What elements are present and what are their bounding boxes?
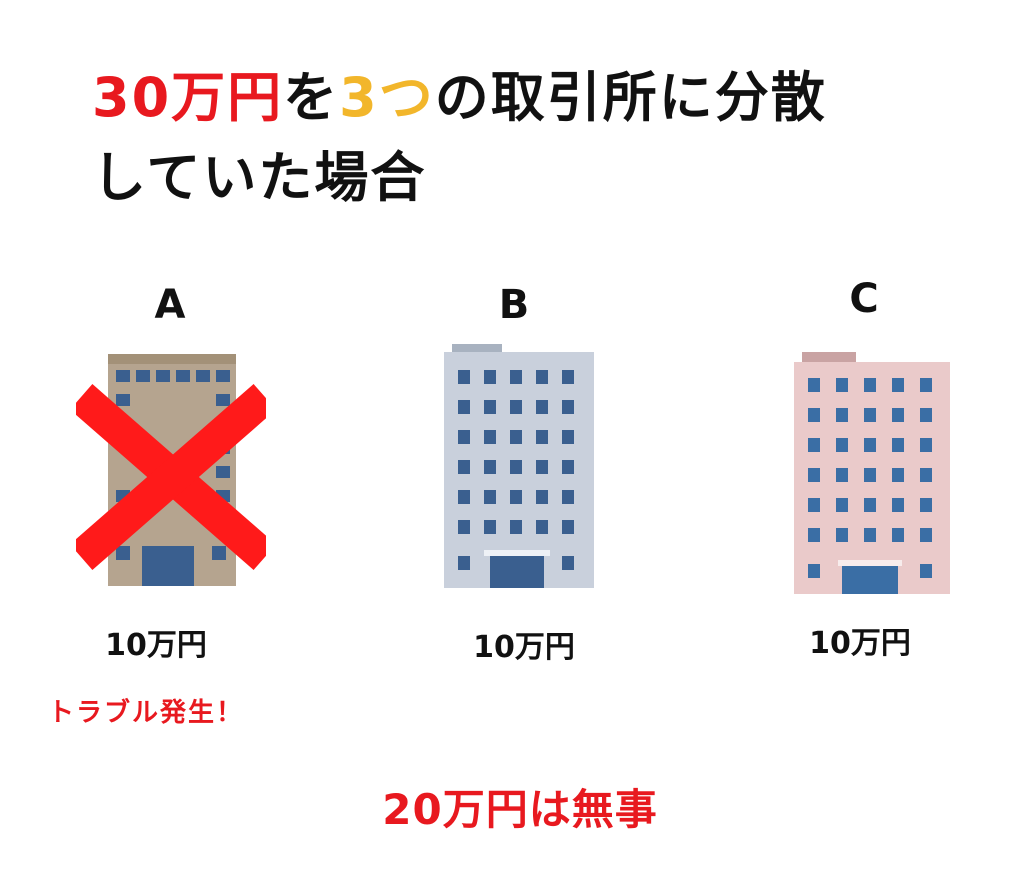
exchange-label-c: C [849, 276, 879, 322]
building-c-icon [794, 352, 950, 594]
title-amount: 30万円 [92, 66, 284, 129]
amount-c: 10万円 [809, 626, 911, 661]
title-particle-1: を [283, 66, 340, 129]
title-rest: の取引所に分散 [434, 66, 827, 129]
exchange-label-b: B [498, 282, 530, 328]
trouble-alert: トラブル発生！ [48, 698, 245, 728]
title-line-1: 30万円を3つの取引所に分散 [92, 58, 992, 138]
page-title: 30万円を3つの取引所に分散 していた場合 [92, 58, 992, 218]
exchange-label-a: A [154, 282, 186, 328]
title-line-2: していた場合 [92, 146, 427, 209]
building-a-icon [76, 354, 266, 586]
title-count: 3つ [339, 66, 435, 129]
building-b-icon [444, 344, 594, 588]
amount-a: 10万円 [105, 628, 207, 663]
amount-b: 10万円 [473, 630, 575, 665]
result-message: 20万円は無事 [382, 785, 658, 834]
